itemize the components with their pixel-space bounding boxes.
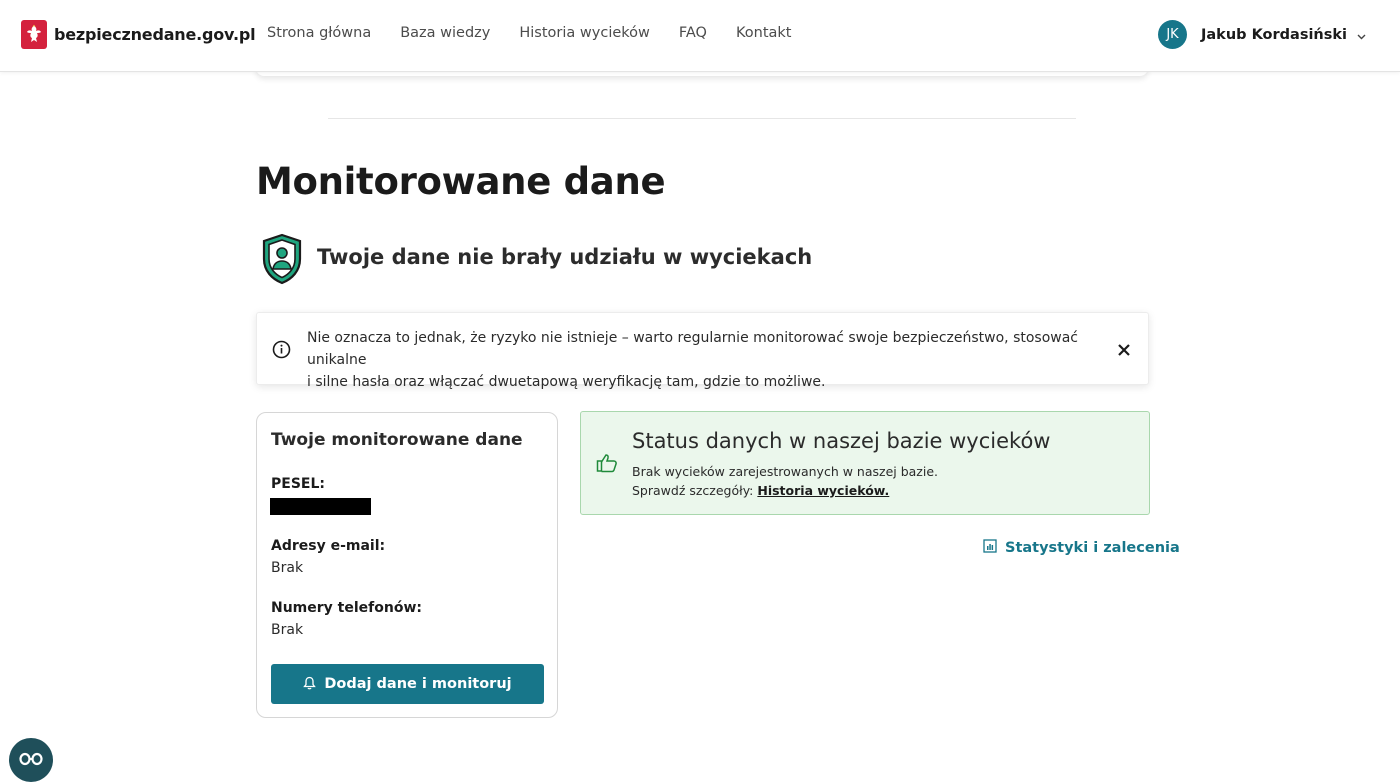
close-icon[interactable]	[1114, 340, 1134, 360]
info-line-1: Nie oznacza to jednak, że ryzyko nie ist…	[307, 330, 1079, 368]
info-notice: Nie oznacza to jednak, że ryzyko nie ist…	[256, 312, 1149, 390]
bell-icon	[303, 675, 317, 694]
add-data-button-label: Dodaj dane i monitoruj	[324, 676, 512, 692]
info-line-2: i silne hasła oraz włączać dwuetapową we…	[307, 374, 826, 390]
pesel-value-redacted	[270, 498, 371, 515]
nav-leak-history[interactable]: Historia wycieków	[519, 25, 650, 41]
site-logo[interactable]: bezpiecznedane.gov.pl	[21, 20, 256, 49]
shield-user-icon	[260, 233, 304, 289]
add-data-button[interactable]: Dodaj dane i monitoruj	[271, 664, 544, 704]
nav-home[interactable]: Strona główna	[267, 25, 371, 41]
user-name: Jakub Kordasiński	[1201, 26, 1347, 43]
status-line-2-prefix: Sprawdź szczegóły:	[632, 483, 758, 498]
section-divider	[328, 118, 1076, 119]
nav-faq[interactable]: FAQ	[679, 25, 707, 41]
chevron-down-icon	[1357, 25, 1366, 44]
page-title: Monitorowane dane	[256, 160, 666, 203]
top-navigation-bar: bezpiecznedane.gov.pl Strona główna Baza…	[0, 0, 1400, 72]
nav-knowledge-base[interactable]: Baza wiedzy	[400, 25, 490, 41]
pesel-label: PESEL:	[271, 476, 325, 492]
info-text: Nie oznacza to jednak, że ryzyko nie ist…	[307, 327, 1097, 393]
leak-history-link[interactable]: Historia wycieków.	[757, 483, 889, 498]
chart-icon	[983, 538, 997, 557]
monitored-data-title: Twoje monitorowane dane	[271, 430, 523, 450]
accessibility-button[interactable]	[9, 738, 53, 782]
status-line-2: Sprawdź szczegóły: Historia wycieków.	[632, 483, 889, 498]
leak-status-box: Status danych w naszej bazie wycieków Br…	[580, 411, 1150, 515]
status-line-1: Brak wycieków zarejestrowanych w naszej …	[632, 464, 938, 479]
statistics-link[interactable]: Statystyki i zalecenia	[983, 538, 1180, 557]
user-menu[interactable]: JK Jakub Kordasiński	[1158, 20, 1366, 49]
phone-label: Numery telefonów:	[271, 600, 422, 616]
email-label: Adresy e-mail:	[271, 538, 386, 554]
statistics-link-label: Statystyki i zalecenia	[1005, 539, 1180, 556]
nav-contact[interactable]: Kontakt	[736, 25, 792, 41]
phone-value: Brak	[271, 622, 304, 638]
status-heading: Twoje dane nie brały udziału w wyciekach	[317, 245, 813, 269]
status-title: Status danych w naszej bazie wycieków	[632, 429, 1051, 453]
thumbs-up-icon	[596, 453, 618, 477]
polish-eagle-logo-icon	[21, 20, 47, 49]
monitored-data-card: Twoje monitorowane dane PESEL: Adresy e-…	[256, 412, 558, 718]
avatar: JK	[1158, 20, 1187, 49]
main-nav: Strona główna Baza wiedzy Historia wycie…	[267, 25, 820, 41]
email-value: Brak	[271, 560, 304, 576]
site-name: bezpiecznedane.gov.pl	[54, 25, 256, 44]
info-icon	[272, 340, 291, 363]
glasses-icon	[19, 751, 43, 770]
